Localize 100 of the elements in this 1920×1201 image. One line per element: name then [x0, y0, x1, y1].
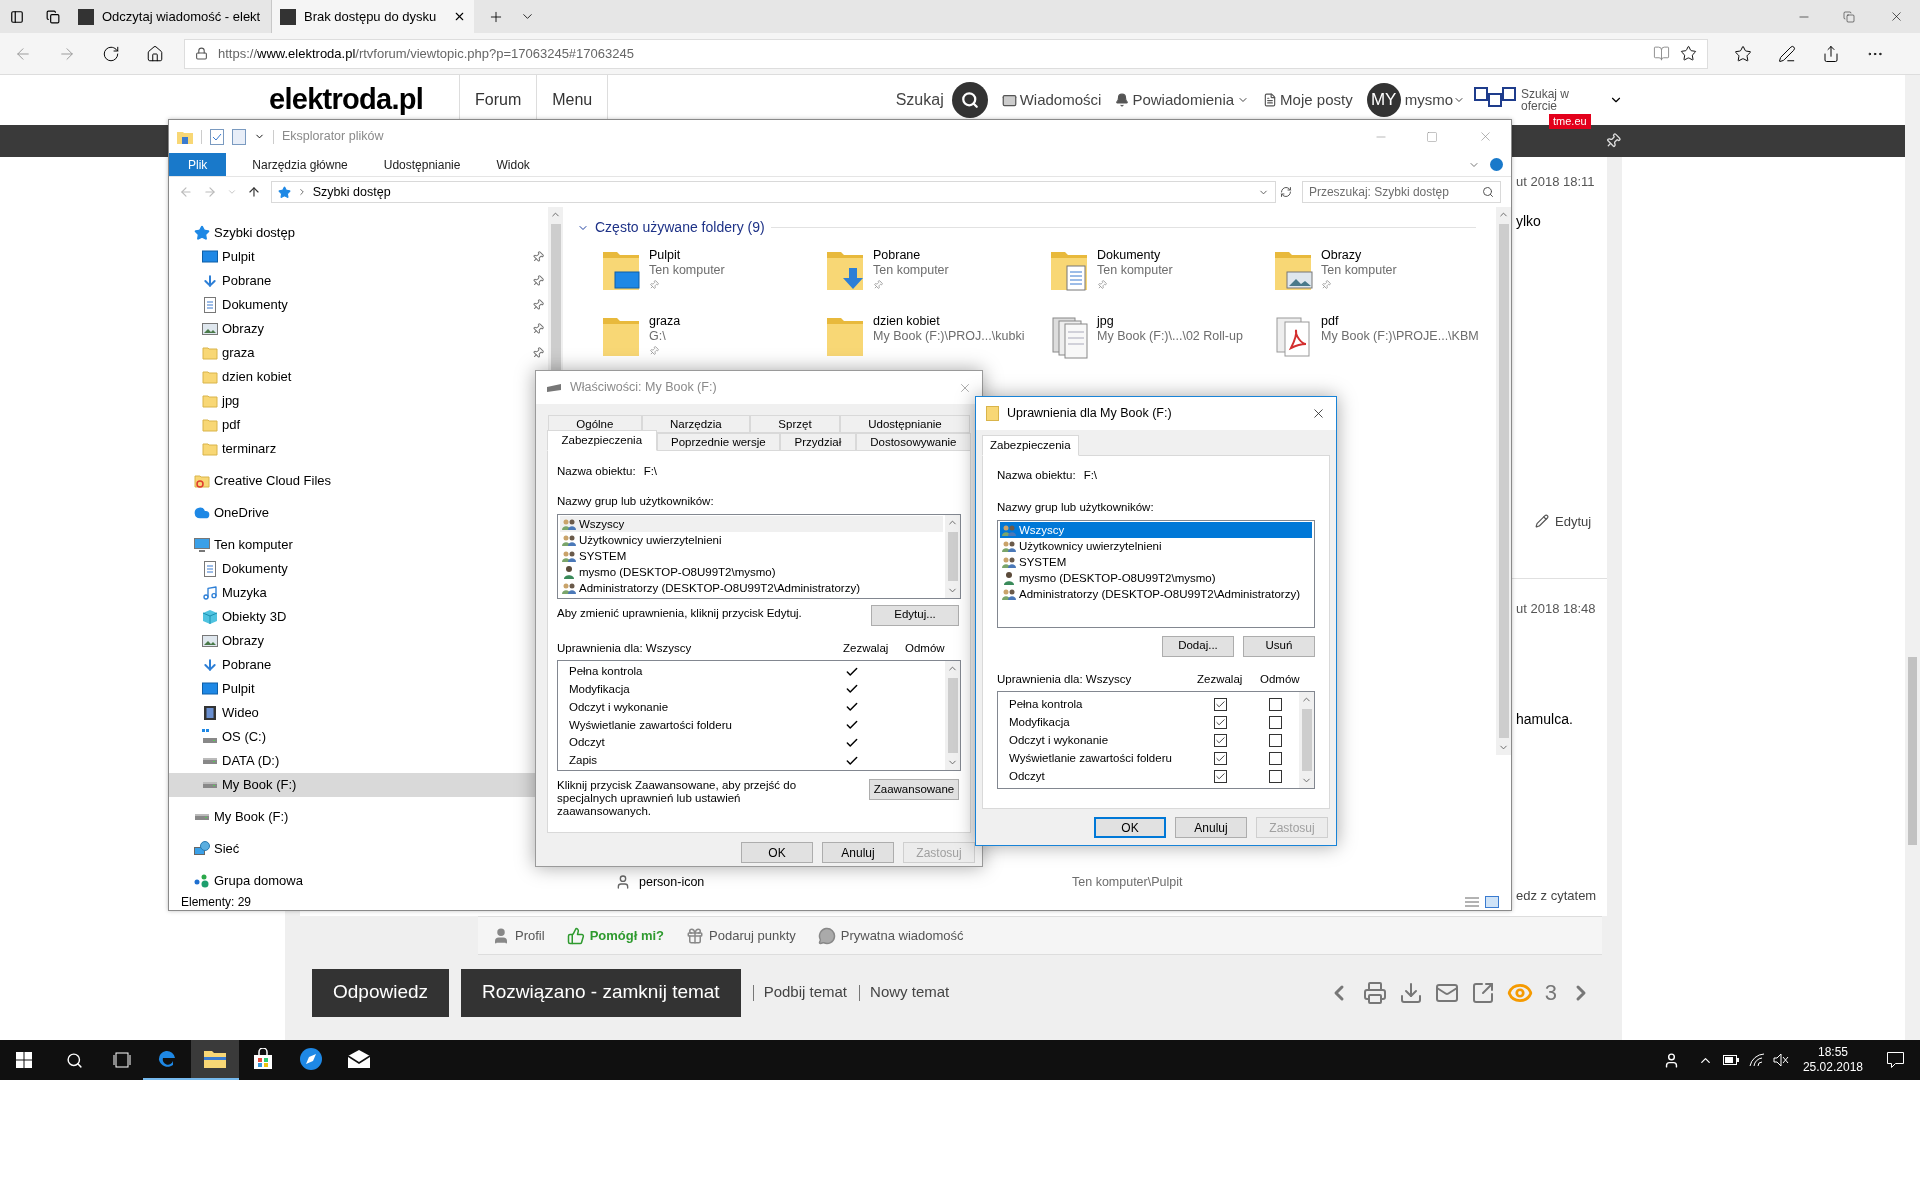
search-field[interactable]: Przeszukaj: Szybki dostęp — [1301, 181, 1501, 203]
nav-item[interactable]: graza — [202, 342, 255, 364]
close-tab-icon[interactable] — [453, 10, 466, 23]
post-action-link[interactable]: Edytuj — [1535, 511, 1607, 531]
checkbox[interactable] — [1269, 752, 1282, 766]
nav-item[interactable]: Dokumenty — [202, 558, 288, 580]
nav-item[interactable]: Szybki dostęp — [194, 222, 295, 244]
close-icon[interactable] — [1311, 406, 1326, 421]
user-menu[interactable]: mysmo — [1404, 88, 1465, 112]
user-row[interactable]: SYSTEM — [1000, 553, 1312, 570]
user-row[interactable]: Użytkownicy uwierzytelnieni — [560, 531, 943, 548]
checkbox[interactable] — [1269, 734, 1282, 748]
site-nav-link[interactable]: Menu — [537, 88, 608, 112]
taskbar-button[interactable] — [191, 1040, 239, 1080]
ribbon-tab[interactable]: Narzędzia główne — [240, 153, 360, 176]
header-link[interactable]: Powiadomienia — [1115, 88, 1250, 112]
details-view-icon[interactable] — [1465, 896, 1479, 908]
star-icon[interactable] — [1680, 45, 1697, 62]
nav-item[interactable]: jpg — [202, 390, 240, 412]
nav-item[interactable]: DATA (D:) — [202, 750, 280, 772]
post-tool-link[interactable]: Profil — [492, 925, 545, 946]
nav-item[interactable]: My Book (F:) — [194, 806, 289, 828]
mail-icon[interactable] — [347, 1049, 371, 1069]
battery-icon[interactable] — [1722, 1055, 1739, 1065]
nav-item[interactable]: Creative Cloud Files — [194, 470, 332, 492]
nav-item[interactable]: Obiekty 3D — [202, 606, 287, 628]
user-row[interactable]: SYSTEM — [560, 547, 943, 564]
scroll-thumb[interactable] — [1498, 224, 1509, 738]
scrollbar[interactable] — [945, 514, 960, 598]
nav-item[interactable]: Sieć — [194, 838, 240, 860]
tiles-view-icon[interactable] — [1485, 896, 1499, 908]
checkbox[interactable] — [1269, 698, 1282, 712]
clock-date[interactable]: 25.02.2018 — [1802, 1060, 1863, 1075]
site-logo[interactable]: elektroda.pl — [269, 78, 459, 122]
restore-icon[interactable] — [1843, 10, 1855, 23]
nav-item[interactable]: Obrazy — [202, 318, 264, 340]
tab[interactable]: Przydział — [780, 433, 856, 451]
refresh-icon[interactable] — [102, 44, 120, 63]
nav-item[interactable]: dzien kobiet — [202, 366, 292, 388]
user-row[interactable]: Wszyscy — [560, 515, 943, 532]
address-bar[interactable]: Szybki dostęp — [270, 181, 1276, 203]
edit-button[interactable]: Edytuj... — [871, 604, 959, 626]
search-label[interactable]: Szukaj — [895, 88, 944, 112]
nav-item[interactable]: pdf — [202, 414, 241, 436]
up-icon[interactable] — [246, 185, 261, 199]
scroll-thumb[interactable] — [1301, 708, 1312, 771]
folder-tile[interactable]: Pulpit Ten komputer — [601, 246, 825, 300]
checkbox[interactable] — [1214, 716, 1227, 730]
header-link[interactable]: Moje posty — [1263, 88, 1353, 112]
close-icon[interactable] — [1889, 9, 1904, 24]
nav-item[interactable]: Wideo — [202, 702, 259, 724]
user-row[interactable]: Użytkownicy uwierzytelnieni — [1000, 537, 1312, 554]
ribbon-tab[interactable]: Widok — [484, 153, 542, 176]
reading-view-icon[interactable] — [1653, 45, 1670, 62]
dialog-button[interactable]: Anuluj — [1175, 817, 1247, 838]
folder-tile[interactable]: Dokumenty Ten komputer — [1049, 246, 1273, 300]
section-title[interactable]: Często używane foldery (9) — [595, 217, 765, 238]
checkbox[interactable] — [1269, 770, 1282, 784]
post-action-link[interactable]: edz z cytatem — [1516, 885, 1607, 905]
ribbon-tab[interactable]: Udostępnianie — [371, 153, 473, 176]
user-row[interactable]: Wszyscy — [1000, 521, 1312, 538]
post-tool-link[interactable]: Prywatna wiadomość — [817, 925, 964, 946]
scroll-thumb[interactable] — [1908, 657, 1917, 845]
task-view-icon[interactable] — [113, 1052, 131, 1068]
dialog-button[interactable]: OK — [741, 842, 813, 863]
muted-volume-icon[interactable] — [1772, 1053, 1789, 1067]
folder-tile[interactable]: jpg My Book (F:)\...\02 Roll-up — [1049, 312, 1273, 366]
clock-time[interactable]: 18:55 — [1817, 1045, 1848, 1060]
nav-item[interactable]: Grupa domowa — [194, 870, 303, 892]
pen-icon[interactable] — [1778, 44, 1796, 63]
folder-tile[interactable]: pdf My Book (F:)\PROJE...\KBM — [1273, 312, 1497, 366]
topic-link[interactable]: Podbij temat — [763, 981, 848, 1004]
page-scrollbar[interactable] — [1905, 75, 1920, 1040]
search-button[interactable] — [951, 82, 988, 118]
nav-item[interactable]: OneDrive — [194, 502, 269, 524]
list-button[interactable]: Dodaj... — [1162, 635, 1234, 657]
shopping-bag-icon[interactable] — [252, 1048, 274, 1070]
checkbox[interactable] — [1214, 752, 1227, 766]
post-tool-link[interactable]: Podaruj punkty — [686, 925, 796, 946]
help-icon[interactable] — [1490, 158, 1503, 171]
address-field[interactable]: https://www.elektroda.pl/rtvforum/viewtopic.php?p=17063245#17063245 — [184, 38, 1708, 69]
nav-item[interactable]: Obrazy — [202, 630, 264, 652]
folder-icon[interactable] — [203, 1049, 227, 1069]
wifi-icon[interactable] — [1748, 1053, 1765, 1067]
user-row[interactable]: mysmo (DESKTOP-O8U99T2\mysmo) — [1000, 569, 1312, 586]
folder-tile[interactable]: Obrazy Ten komputer — [1273, 246, 1497, 300]
folder-tile[interactable]: graza G:\ — [601, 312, 825, 366]
folder-icon[interactable] — [177, 129, 193, 144]
tabs-aside-icon[interactable] — [46, 9, 60, 24]
forum-button[interactable]: Rozwiązano - zamknij temat — [461, 968, 741, 1017]
checkmark-page-icon[interactable] — [210, 128, 224, 145]
nav-item[interactable]: Pulpit — [202, 246, 255, 268]
ribbon-tab[interactable]: Plik — [169, 153, 227, 176]
checkbox[interactable] — [1269, 716, 1282, 730]
header-link[interactable]: Wiadomości — [1001, 88, 1102, 112]
nav-item[interactable]: Muzyka — [202, 582, 267, 604]
dialog-button[interactable]: OK — [1094, 817, 1166, 838]
page-icon[interactable] — [232, 128, 246, 145]
nav-item[interactable]: OS (C:) — [202, 726, 267, 748]
user-list[interactable]: Wszyscy Użytkownicy uwierzytelnieni SYSTEM mysmo (DESKTOP-O8U99T2\mysmo) Administratorzy (DESKTOP-O8U99T2\Administratorzy) — [997, 519, 1315, 628]
